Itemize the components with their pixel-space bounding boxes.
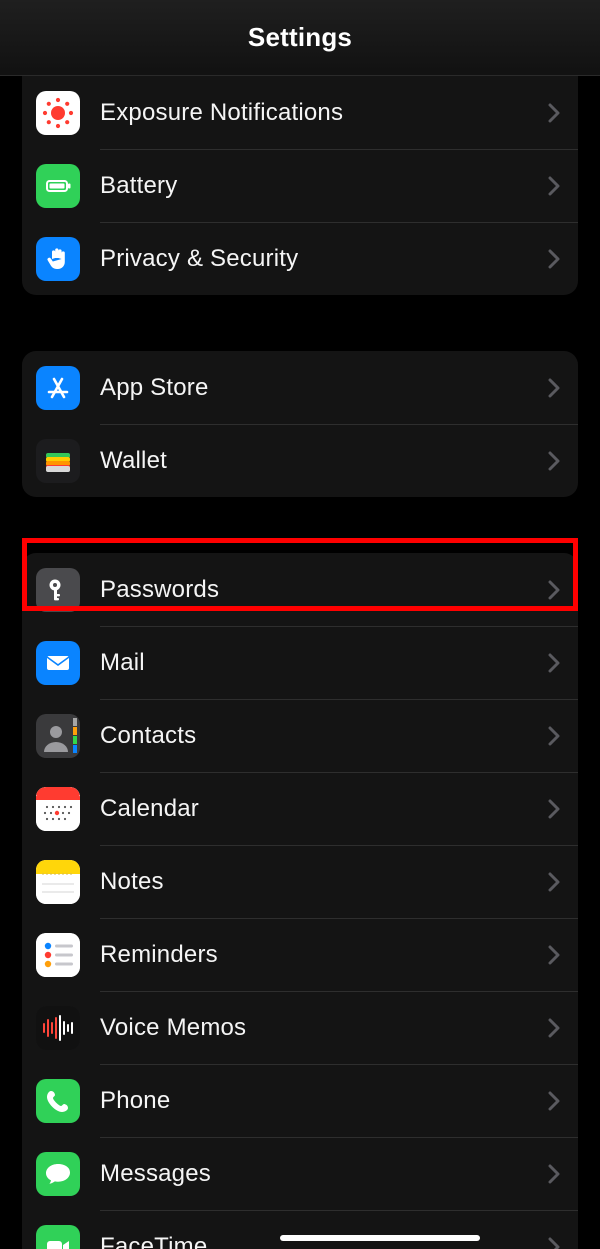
contacts-icon (36, 714, 80, 758)
facetime-icon (36, 1225, 80, 1249)
row-notes[interactable]: Notes (22, 845, 578, 918)
mail-icon (36, 641, 80, 685)
calendar-icon (36, 787, 80, 831)
settings-group-2: App Store Wallet (22, 351, 578, 497)
row-wallet[interactable]: Wallet (22, 424, 578, 497)
settings-group-3: Passwords Mail (22, 553, 578, 1249)
row-label: Phone (100, 1087, 548, 1115)
reminders-icon (36, 933, 80, 977)
row-label: Passwords (100, 576, 548, 604)
row-label: Messages (100, 1160, 548, 1188)
chevron-right-icon (548, 1018, 560, 1038)
row-voice-memos[interactable]: Voice Memos (22, 991, 578, 1064)
row-phone[interactable]: Phone (22, 1064, 578, 1137)
chevron-right-icon (548, 1237, 560, 1249)
exposure-icon (36, 91, 80, 135)
row-label: App Store (100, 374, 548, 402)
row-mail[interactable]: Mail (22, 626, 578, 699)
key-icon (36, 568, 80, 612)
row-contacts[interactable]: Contacts (22, 699, 578, 772)
chevron-right-icon (548, 726, 560, 746)
row-label: Notes (100, 868, 548, 896)
row-label: Battery (100, 172, 548, 200)
chevron-right-icon (548, 799, 560, 819)
row-label: Voice Memos (100, 1014, 548, 1042)
chevron-right-icon (548, 580, 560, 600)
wallet-icon (36, 439, 80, 483)
hand-icon (36, 237, 80, 281)
row-messages[interactable]: Messages (22, 1137, 578, 1210)
chevron-right-icon (548, 945, 560, 965)
row-passwords[interactable]: Passwords (22, 553, 578, 626)
page-title: Settings (248, 22, 352, 53)
chevron-right-icon (548, 378, 560, 398)
chevron-right-icon (548, 176, 560, 196)
row-label: Mail (100, 649, 548, 677)
header-bar: Settings (0, 0, 600, 76)
row-exposure-notifications[interactable]: Exposure Notifications (22, 76, 578, 149)
appstore-icon (36, 366, 80, 410)
messages-icon (36, 1152, 80, 1196)
row-battery[interactable]: Battery (22, 149, 578, 222)
row-reminders[interactable]: Reminders (22, 918, 578, 991)
chevron-right-icon (548, 249, 560, 269)
chevron-right-icon (548, 653, 560, 673)
chevron-right-icon (548, 103, 560, 123)
row-label: Contacts (100, 722, 548, 750)
settings-group-1: Exposure Notifications Battery (22, 76, 578, 295)
notes-icon (36, 860, 80, 904)
home-indicator[interactable] (280, 1235, 480, 1241)
row-label: Reminders (100, 941, 548, 969)
chevron-right-icon (548, 872, 560, 892)
row-calendar[interactable]: Calendar (22, 772, 578, 845)
row-label: Wallet (100, 447, 548, 475)
row-label: Calendar (100, 795, 548, 823)
row-label: Privacy & Security (100, 245, 548, 273)
phone-icon (36, 1079, 80, 1123)
chevron-right-icon (548, 1091, 560, 1111)
row-label: Exposure Notifications (100, 99, 548, 127)
chevron-right-icon (548, 1164, 560, 1184)
battery-icon (36, 164, 80, 208)
row-privacy-security[interactable]: Privacy & Security (22, 222, 578, 295)
row-app-store[interactable]: App Store (22, 351, 578, 424)
settings-list: Exposure Notifications Battery (0, 76, 600, 1249)
row-facetime[interactable]: FaceTime (22, 1210, 578, 1249)
chevron-right-icon (548, 451, 560, 471)
voicememos-icon (36, 1006, 80, 1050)
